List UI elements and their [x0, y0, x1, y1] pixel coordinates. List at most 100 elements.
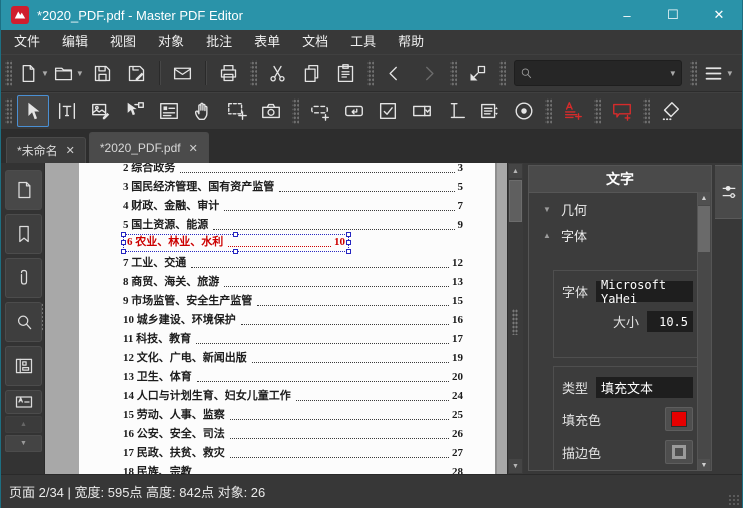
sidebar-scroll-up-icon[interactable]: ▲	[5, 416, 42, 433]
search-input[interactable]	[532, 65, 667, 81]
toc-row[interactable]: 6 农业、林业、水利 10	[121, 232, 463, 254]
new-document-button[interactable]: ▼	[17, 57, 50, 89]
toc-row[interactable]: 4 财政、金融、审计 7	[123, 195, 463, 214]
toolbar-grip[interactable]	[5, 60, 12, 86]
properties-tab[interactable]	[715, 165, 742, 219]
menu-item-对象[interactable]: 对象	[147, 30, 195, 54]
dropdown-caret-icon[interactable]: ▼	[76, 69, 84, 78]
fill-color-button[interactable]	[665, 407, 693, 431]
search-box[interactable]: ▼	[513, 60, 682, 86]
snapshot-button[interactable]	[255, 95, 287, 127]
list-box-button[interactable]	[474, 95, 506, 127]
menu-item-视图[interactable]: 视图	[99, 30, 147, 54]
fit-selection-button[interactable]	[462, 57, 494, 89]
print-button[interactable]	[213, 57, 245, 89]
resize-grip[interactable]	[728, 494, 740, 506]
combo-box-button[interactable]	[406, 95, 438, 127]
text-field-button[interactable]	[440, 95, 472, 127]
toolbar-grip[interactable]	[449, 60, 457, 86]
toc-row[interactable]: 11 科技、教育 17	[123, 328, 463, 347]
panel-scrollbar-thumb[interactable]	[698, 206, 710, 252]
scroll-up-icon[interactable]: ▲	[509, 164, 522, 178]
document-viewport[interactable]: 2 综合政务 3 3 国民经济管理、国有资产监管 5 4 财政、金融、审计 7 5 国土资源…	[45, 163, 507, 474]
toc-row[interactable]: 9 市场监管、安全生产监管 15	[123, 290, 463, 309]
panel-scroll-down-icon[interactable]: ▼	[698, 459, 710, 470]
selection-handle[interactable]	[121, 249, 126, 254]
scroll-down-icon[interactable]: ▼	[509, 459, 522, 473]
add-text-annotation-button[interactable]	[557, 95, 589, 127]
toolbar-grip[interactable]	[292, 98, 299, 124]
section-geometry[interactable]: ▼ 几何	[529, 193, 711, 219]
back-button[interactable]	[379, 57, 411, 89]
select-area-button[interactable]	[221, 95, 253, 127]
add-link-button[interactable]	[304, 95, 336, 127]
open-folder-button[interactable]: ▼	[52, 57, 85, 89]
font-family-field[interactable]: Microsoft YaHei	[596, 278, 693, 306]
sidebar-item-attachments[interactable]	[5, 258, 42, 298]
selection-handle[interactable]	[346, 249, 351, 254]
toc-row[interactable]: 17 民政、扶贫、救灾 27	[123, 442, 463, 461]
toolbar-grip[interactable]	[545, 98, 552, 124]
push-button-button[interactable]	[338, 95, 370, 127]
forward-button[interactable]	[413, 57, 445, 89]
toc-row[interactable]: 3 国民经济管理、国有资产监管 5	[123, 176, 463, 195]
tab-close-icon[interactable]: ✕	[66, 144, 75, 157]
dropdown-caret-icon[interactable]: ▼	[41, 69, 49, 78]
selection-handle[interactable]	[346, 240, 351, 245]
maximize-button[interactable]: ☐	[650, 0, 696, 30]
font-size-field[interactable]: 10.5	[647, 311, 693, 332]
type-dropdown[interactable]: 填充文本	[596, 377, 693, 398]
edit-path-button[interactable]	[119, 95, 151, 127]
selection-handle[interactable]	[233, 249, 238, 254]
toc-row[interactable]: 8 商贸、海关、旅游 13	[123, 271, 463, 290]
toolbar-grip[interactable]	[594, 98, 601, 124]
selection-handle[interactable]	[121, 240, 126, 245]
edit-image-button[interactable]	[85, 95, 117, 127]
sidebar-scroll-down-icon[interactable]: ▼	[5, 435, 42, 452]
checkbox-button[interactable]	[372, 95, 404, 127]
panel-splitter[interactable]	[512, 309, 518, 335]
sidebar-item-search[interactable]	[5, 302, 42, 342]
toc-row[interactable]: 10 城乡建设、环境保护 16	[123, 309, 463, 328]
toc-row[interactable]: 13 卫生、体育 20	[123, 366, 463, 385]
toc-row[interactable]: 16 公安、安全、司法 26	[123, 423, 463, 442]
toc-row[interactable]: 15 劳动、人事、监察 25	[123, 404, 463, 423]
scrollbar-thumb[interactable]	[509, 180, 522, 222]
menu-item-批注[interactable]: 批注	[195, 30, 243, 54]
sidebar-item-form-fields[interactable]	[5, 390, 42, 414]
close-button[interactable]: ✕	[696, 0, 742, 30]
selection-handle[interactable]	[346, 232, 351, 237]
paste-button[interactable]	[330, 57, 362, 89]
document-scrollbar[interactable]: ▲ ▼	[507, 163, 523, 474]
search-dropdown-icon[interactable]: ▼	[669, 69, 677, 78]
sidebar-item-page-thumbnails[interactable]	[5, 170, 42, 210]
toc-row[interactable]: 2 综合政务 3	[123, 163, 463, 176]
pointer-button[interactable]	[17, 95, 49, 127]
selection-handle[interactable]	[233, 232, 238, 237]
toolbar-grip[interactable]	[366, 60, 374, 86]
document-tab[interactable]: *未命名 ✕	[6, 137, 86, 163]
tab-close-icon[interactable]: ✕	[189, 142, 198, 155]
eraser-button[interactable]	[655, 95, 687, 127]
selection-handle[interactable]	[121, 232, 126, 237]
edit-text-button[interactable]	[51, 95, 83, 127]
document-tab[interactable]: *2020_PDF.pdf ✕	[88, 132, 209, 163]
email-button[interactable]	[167, 57, 199, 89]
form-fields-button[interactable]	[153, 95, 185, 127]
panel-scroll-up-icon[interactable]: ▲	[698, 192, 710, 205]
section-font[interactable]: ▲ 字体	[529, 219, 711, 245]
save-as-button[interactable]	[121, 57, 153, 89]
pdf-page[interactable]: 2 综合政务 3 3 国民经济管理、国有资产监管 5 4 财政、金融、审计 7 5 国土资源…	[79, 163, 495, 474]
menu-item-帮助[interactable]: 帮助	[387, 30, 435, 54]
sidebar-item-layers[interactable]	[5, 346, 42, 386]
copy-button[interactable]	[296, 57, 328, 89]
toc-row[interactable]: 18 民族、宗教 28	[123, 461, 463, 474]
sidebar-item-bookmarks[interactable]	[5, 214, 42, 254]
toc-row[interactable]: 5 国土资源、能源 9	[123, 214, 463, 233]
toolbar-grip[interactable]	[643, 98, 650, 124]
minimize-button[interactable]: –	[604, 0, 650, 30]
cut-button[interactable]	[262, 57, 294, 89]
toc-row[interactable]: 7 工业、交通 12	[123, 252, 463, 271]
stroke-color-button[interactable]	[665, 440, 693, 464]
toolbar-grip[interactable]	[249, 60, 257, 86]
